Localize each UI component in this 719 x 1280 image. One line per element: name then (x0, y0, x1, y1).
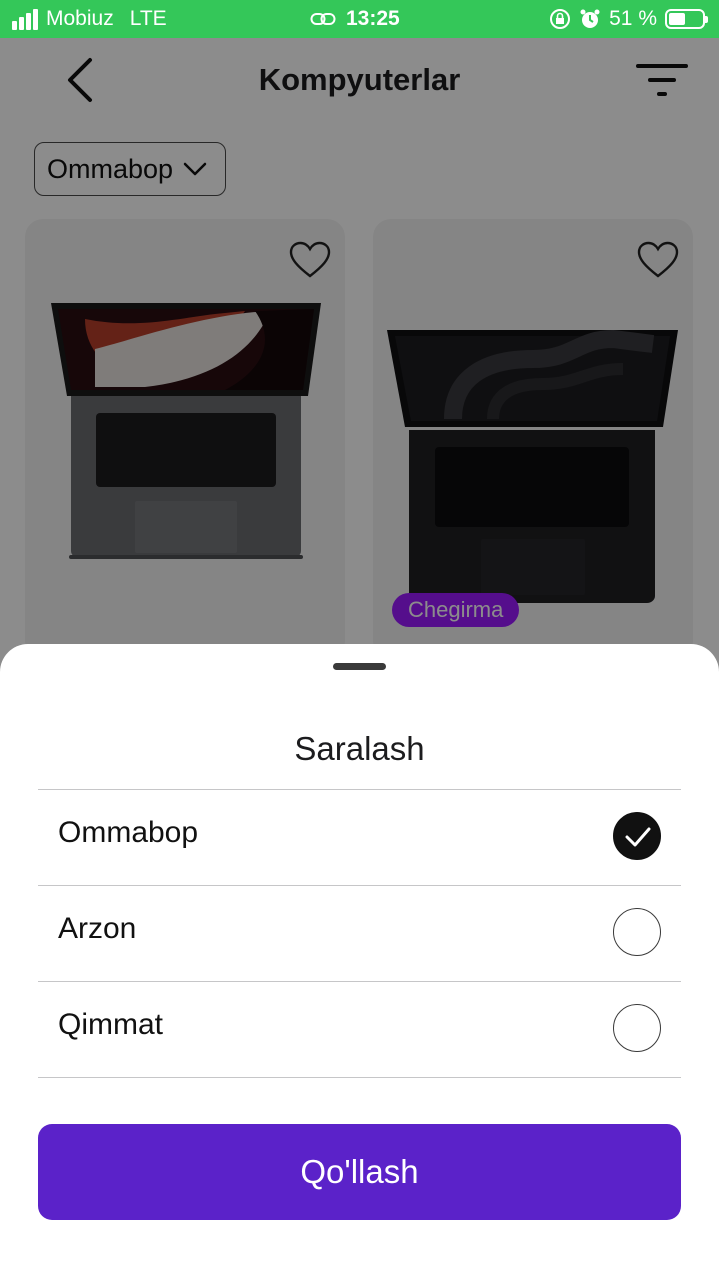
radio-unchecked-icon[interactable] (613, 1004, 661, 1052)
signal-icon (12, 8, 38, 30)
battery-percent: 51 % (609, 7, 657, 30)
sheet-title: Saralash (294, 730, 425, 767)
sort-option-label: Qimmat (58, 1008, 163, 1041)
status-center: 13:25 (310, 0, 400, 38)
status-right: 51 % (549, 0, 708, 38)
sort-option-label: Ommabop (58, 816, 199, 849)
sort-option-qimmat[interactable]: Qimmat (38, 981, 681, 1078)
radio-checked-icon[interactable] (613, 812, 661, 860)
alarm-icon (580, 9, 600, 28)
rotation-lock-icon (550, 9, 571, 29)
sheet-grabber[interactable] (333, 663, 386, 670)
network-label: LTE (129, 7, 167, 30)
radio-unchecked-icon[interactable] (613, 908, 661, 956)
sort-option-ommabop[interactable]: Ommabop (38, 789, 681, 885)
status-bar: Mobiuz LTE 13:25 51 % (0, 0, 719, 38)
status-left: Mobiuz LTE (12, 0, 167, 38)
sort-option-arzon[interactable]: Arzon (38, 885, 681, 981)
clock-time: 13:25 (346, 7, 400, 30)
sort-option-label: Arzon (58, 912, 137, 945)
link-icon (310, 13, 336, 25)
battery-icon (665, 9, 708, 29)
carrier-label: Mobiuz (46, 7, 114, 30)
apply-button[interactable]: Qo'llash (38, 1124, 681, 1220)
sort-bottom-sheet: Saralash Ommabop Arzon Qimmat Qo'llash (0, 644, 719, 1280)
